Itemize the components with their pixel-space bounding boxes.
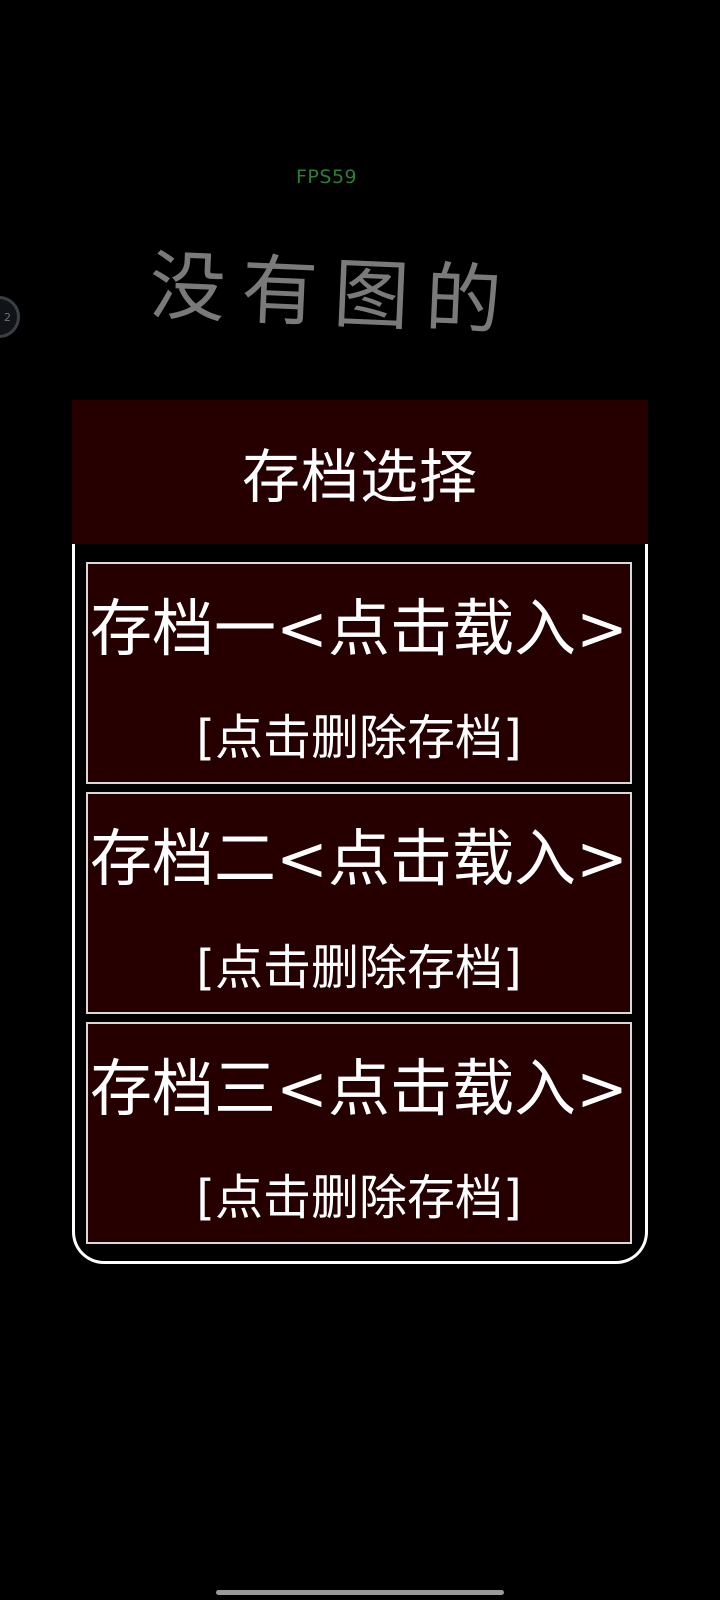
floating-assist-label: 2 [4, 310, 11, 324]
save-slot-2-load-button[interactable]: 存档二<点击载入> [88, 828, 630, 890]
home-indicator[interactable] [216, 1590, 504, 1595]
save-slot-1: 存档一<点击载入> [点击删除存档] [86, 562, 632, 784]
save-slot-1-load-button[interactable]: 存档一<点击载入> [88, 598, 630, 660]
save-panel-header: 存档选择 [72, 400, 648, 544]
game-screen: FPS59 没有图的 2 存档选择 存档一<点击载入> [点击删除存档] 存档二… [0, 0, 720, 1600]
save-slot-3: 存档三<点击载入> [点击删除存档] [86, 1022, 632, 1244]
save-slot-2-delete-button[interactable]: [点击删除存档] [88, 944, 630, 992]
save-panel-title: 存档选择 [241, 443, 478, 511]
floating-assist-button[interactable]: 2 [0, 296, 20, 338]
fps-counter: FPS59 [296, 166, 358, 188]
placeholder-title: 没有图的 [147, 241, 520, 347]
save-slot-3-delete-button[interactable]: [点击删除存档] [88, 1174, 630, 1222]
save-slot-2: 存档二<点击载入> [点击删除存档] [86, 792, 632, 1014]
save-slot-3-load-button[interactable]: 存档三<点击载入> [88, 1058, 630, 1120]
save-slot-1-delete-button[interactable]: [点击删除存档] [88, 714, 630, 762]
